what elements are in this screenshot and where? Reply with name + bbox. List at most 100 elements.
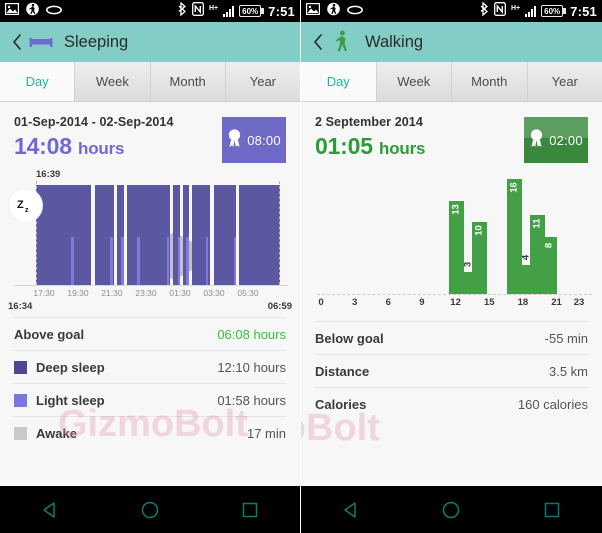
summary-header: 01-Sep-2014 - 02-Sep-2014 14:08 hours 08…	[0, 102, 300, 165]
x-tick-label: 12	[450, 297, 461, 308]
stat-row-above-goal: Above goal 06:08 hours	[14, 317, 286, 350]
value-number: 01:05	[315, 133, 373, 159]
value-unit: hours	[379, 139, 426, 158]
x-tick-label: 21	[551, 297, 562, 308]
nfc-icon	[494, 1, 506, 21]
back-chevron-icon[interactable]	[311, 32, 325, 52]
sleeping-content: 01-Sep-2014 - 02-Sep-2014 14:08 hours 08…	[0, 102, 300, 486]
tab-label: Week	[397, 74, 431, 89]
chart-axis-line	[317, 294, 592, 295]
bluetooth-icon	[480, 1, 489, 21]
date-range: 01-Sep-2014 - 02-Sep-2014	[14, 115, 174, 129]
walking-icon	[26, 2, 39, 21]
stat-value: 160 calories	[517, 396, 588, 412]
clock: 7:51	[268, 3, 295, 19]
bar-value-label: 13	[450, 203, 462, 215]
walking-chart[interactable]: moBolt 13310164118 03691215182123	[301, 171, 602, 449]
app-bar: Walking	[301, 22, 602, 62]
x-tick-label: 18	[517, 297, 529, 308]
stat-label: Distance	[315, 363, 370, 379]
tab-week[interactable]: Week	[377, 62, 452, 101]
value-unit: hours	[78, 139, 125, 158]
sleep-segment-light	[110, 237, 114, 285]
period-tabs: Day Week Month Year	[301, 62, 602, 102]
svg-text:Z: Z	[17, 199, 24, 211]
image-icon	[305, 2, 321, 20]
recents-button[interactable]	[532, 495, 572, 525]
x-tick-label: 0	[318, 297, 324, 308]
sleep-plot-area	[36, 185, 280, 285]
recents-button[interactable]	[230, 495, 270, 525]
period-tabs: Day Week Month Year	[0, 62, 300, 102]
stat-label: Below goal	[315, 330, 384, 346]
network-type-label: H+	[511, 4, 521, 12]
goal-badge-value: 08:00	[247, 132, 281, 148]
stat-row-calories: Calories 160 calories	[315, 387, 588, 420]
x-tick-label: 9	[419, 297, 425, 308]
x-tick-label: 01:30	[169, 288, 191, 298]
sleep-segment-deep	[36, 185, 91, 285]
tab-week[interactable]: Week	[75, 62, 151, 101]
awake-swatch-icon	[14, 426, 27, 440]
tab-label: Day	[25, 74, 49, 89]
x-tick-label: 23	[573, 297, 585, 308]
tab-month[interactable]: Month	[151, 62, 226, 101]
status-bar: H+ 60% 7:51	[0, 0, 300, 22]
stat-value: 06:08 hours	[217, 326, 286, 342]
bar-value-label: 8	[543, 242, 555, 248]
tab-day[interactable]: Day	[301, 62, 377, 101]
android-nav-bar	[301, 486, 602, 533]
back-chevron-icon[interactable]	[10, 32, 24, 52]
tab-month[interactable]: Month	[452, 62, 528, 101]
sleep-segment-light	[205, 237, 209, 285]
tab-year[interactable]: Year	[226, 62, 300, 101]
date-label: 2 September 2014	[315, 115, 423, 129]
sleep-segment-light	[177, 237, 181, 285]
network-type-label: H+	[209, 4, 219, 12]
nfc-icon	[192, 1, 204, 21]
walking-stats-list: Below goal -55 min Distance 3.5 km Calor…	[301, 321, 602, 420]
sleep-start-label: 16:39	[36, 169, 61, 180]
battery-percent: 60%	[544, 6, 561, 16]
back-button[interactable]	[331, 495, 371, 525]
stat-row-awake: Awake 17 min	[14, 416, 286, 449]
stat-row-light-sleep: Light sleep 01:58 hours	[14, 383, 286, 416]
light-sleep-swatch-icon	[14, 393, 27, 407]
bar[interactable]: 10	[471, 222, 487, 294]
chart-axis-line	[14, 285, 288, 286]
summary-header: 2 September 2014 01:05 hours 02:00	[301, 102, 602, 165]
goal-badge-value: 02:00	[549, 132, 583, 148]
axis-end-label: 06:59	[267, 301, 292, 312]
sleep-segment-light	[137, 237, 140, 285]
bar[interactable]: 8	[541, 236, 557, 294]
total-sleep-value: 14:08 hours	[14, 133, 222, 160]
home-button[interactable]	[431, 495, 471, 525]
x-tick-label: 3	[351, 297, 358, 308]
walking-screen: H+ 60% 7:51 Walking Day Week Month Year	[301, 0, 602, 533]
tab-label: Month	[471, 74, 508, 89]
page-title: Walking	[365, 32, 424, 51]
sleep-segment-deep	[239, 185, 280, 285]
tab-day[interactable]: Day	[0, 62, 76, 101]
stat-value: 3.5 km	[548, 363, 588, 379]
page-title: Sleeping	[64, 32, 129, 51]
deep-sleep-swatch-icon	[14, 360, 27, 374]
sleep-segment-light	[166, 237, 170, 285]
tab-year[interactable]: Year	[528, 62, 602, 101]
stat-value: 01:58 hours	[217, 392, 286, 408]
bar-value-label: 10	[473, 225, 485, 236]
tab-label: Year	[249, 74, 277, 89]
stat-value: 12:10 hours	[217, 359, 286, 375]
sleep-chart[interactable]: 16:39 Z z 17:30 19:30 21:30 23:30 01:30 03:30…	[0, 167, 300, 445]
home-button[interactable]	[130, 495, 170, 525]
android-nav-bar	[0, 486, 300, 533]
signal-icon	[525, 5, 537, 17]
total-walking-value: 01:05 hours	[315, 133, 524, 160]
clock: 7:51	[570, 3, 597, 19]
back-button[interactable]	[30, 495, 70, 525]
dual-screenshot: H+ 60% 7:51 Sleeping Day Week Month Year…	[0, 0, 602, 533]
svg-text:z: z	[25, 207, 29, 214]
battery-icon: 60%	[239, 5, 265, 17]
bluetooth-icon	[178, 1, 187, 21]
stat-row-distance: Distance 3.5 km	[315, 354, 588, 387]
